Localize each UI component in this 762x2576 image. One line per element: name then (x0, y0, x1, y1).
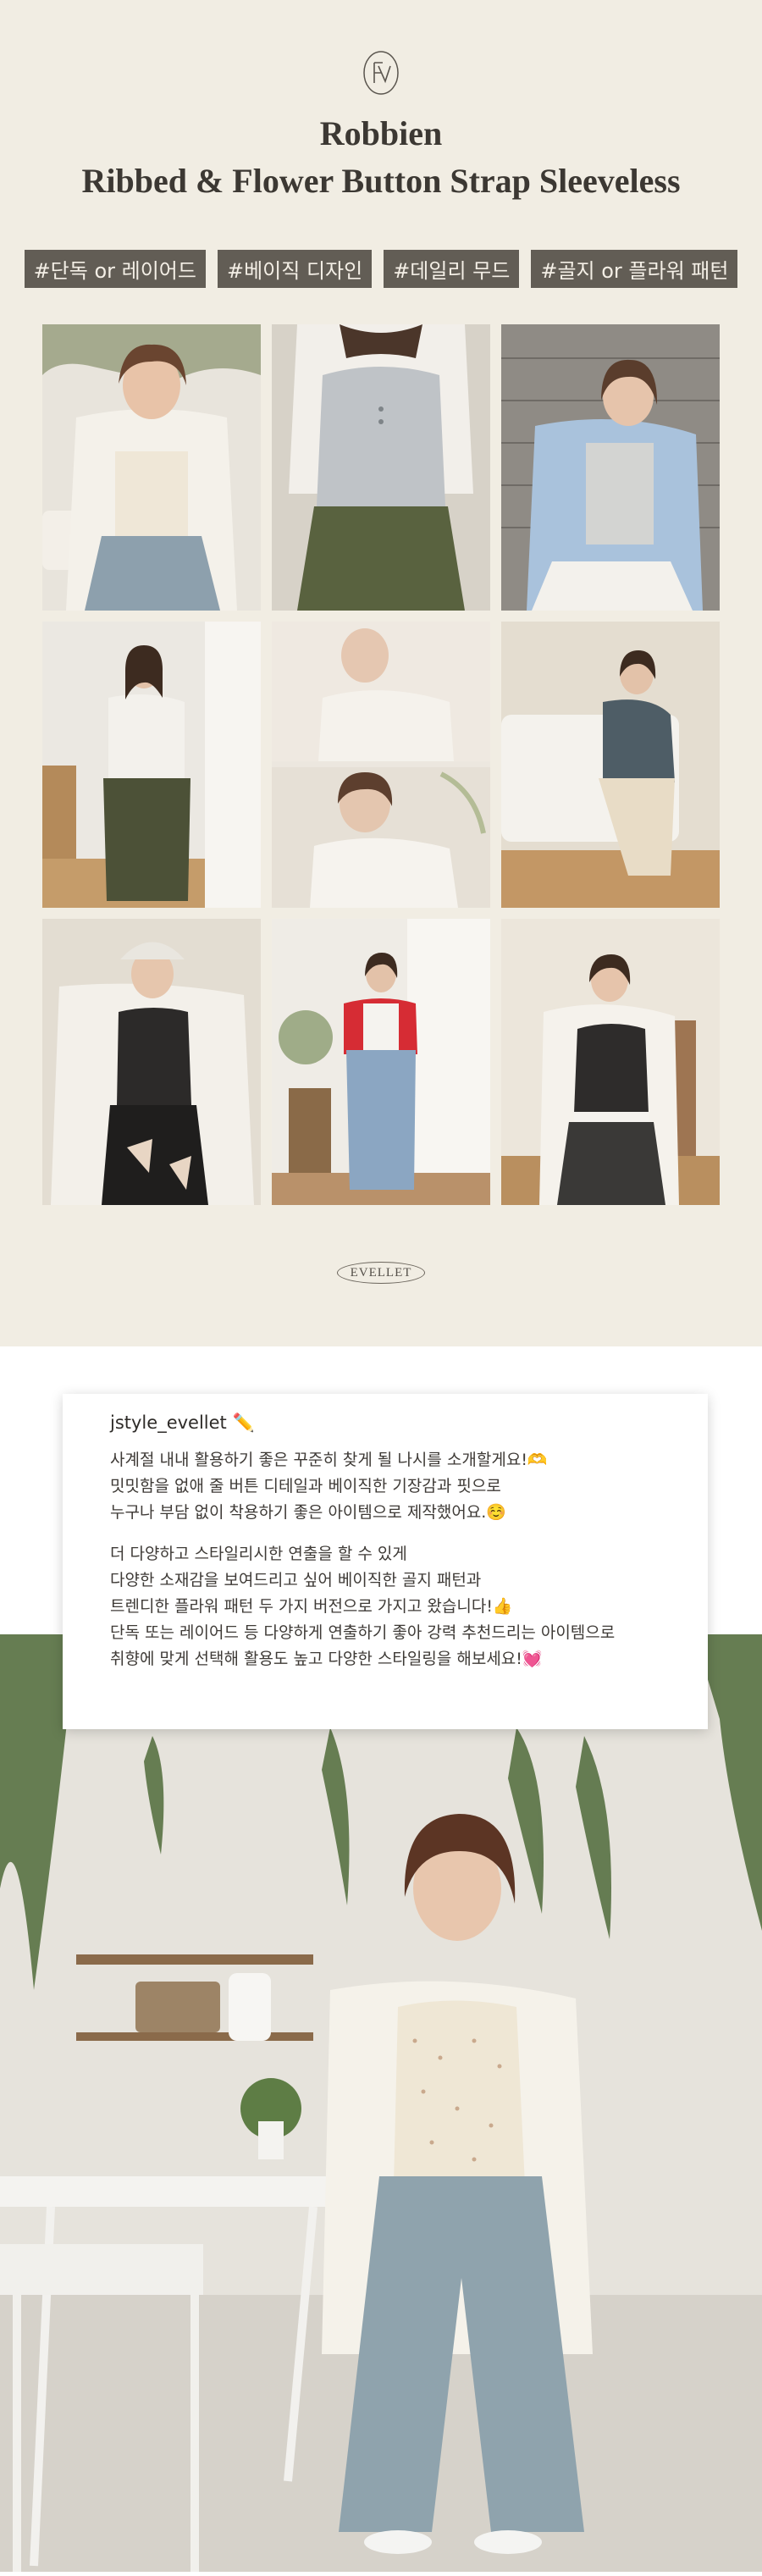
brand-seal: EVELLET (337, 1262, 425, 1284)
tag-item: #단독 or 레이어드 (24, 250, 206, 288)
brand-monogram-icon (363, 51, 399, 95)
description-line: 취향에 맞게 선택해 활용도 높고 다양한 스타일링을 해보세요!💓 (110, 1650, 543, 1668)
model-photo (0, 1634, 762, 2572)
description-line: 다양한 소재감을 보여드리고 싶어 베이직한 골지 패턴과 (110, 1571, 482, 1589)
description-line: 누구나 부담 없이 착용하기 좋은 아이템으로 제작했어요.☺️ (110, 1503, 506, 1522)
lookbook-photo (272, 919, 490, 1205)
description-line: 더 다양하고 스타일리시한 연출을 할 수 있게 (110, 1545, 407, 1563)
lookbook-photo-grid (42, 324, 720, 1205)
description-line: 트렌디한 플라워 패턴 두 가지 버전으로 가지고 왔습니다!👍 (110, 1597, 513, 1616)
description-section: jstyle_evellet ✏️ 사계절 내내 활용하기 좋은 꾸준히 찾게 … (0, 1346, 762, 2572)
lookbook-photo (501, 919, 720, 1205)
description-line: 단독 또는 레이어드 등 다양하게 연출하기 좋아 강력 추천드리는 아이템으로 (110, 1623, 616, 1642)
lookbook-photo (272, 622, 490, 908)
author-handle: jstyle_evellet ✏️ (110, 1412, 255, 1433)
tag-item: #데일리 무드 (384, 250, 520, 288)
lookbook-photo (42, 324, 261, 611)
tag-item: #골지 or 플라워 패턴 (531, 250, 738, 288)
lookbook-photo (501, 324, 720, 611)
lookbook-photo (501, 622, 720, 908)
description-card: jstyle_evellet ✏️ 사계절 내내 활용하기 좋은 꾸준히 찾게 … (63, 1394, 708, 1729)
hero-section: Robbien Ribbed & Flower Button Strap Sle… (0, 0, 762, 1346)
lookbook-photo (42, 622, 261, 908)
tag-item: #베이직 디자인 (217, 250, 373, 288)
product-title: Ribbed & Flower Button Strap Sleeveless (81, 162, 681, 200)
description-line: 밋밋함을 없애 줄 버튼 디테일과 베이직한 기장감과 핏으로 (110, 1477, 501, 1495)
tag-list: #단독 or 레이어드 #베이직 디자인 #데일리 무드 #골지 or 플라워 … (24, 250, 738, 288)
lookbook-photo (272, 324, 490, 611)
lookbook-photo (42, 919, 261, 1205)
brand-title: Robbien (319, 114, 443, 152)
description-line: 사계절 내내 활용하기 좋은 꾸준히 찾게 될 나시를 소개할게요!🫶 (110, 1451, 548, 1469)
